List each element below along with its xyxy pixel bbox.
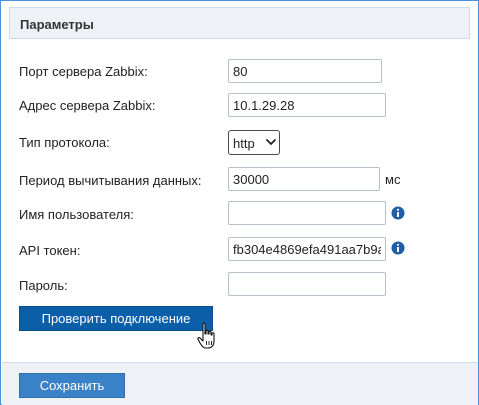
save-button[interactable]: Сохранить: [19, 373, 125, 398]
poll-period-unit: мс: [385, 172, 401, 187]
username-input[interactable]: [228, 201, 386, 225]
info-icon[interactable]: [391, 206, 405, 220]
api-token-input[interactable]: [228, 237, 386, 261]
settings-window: Параметры Порт сервера Zabbix: Адрес сер…: [0, 0, 479, 405]
username-label: Имя пользователя:: [19, 207, 134, 222]
poll-period-input[interactable]: [228, 167, 380, 191]
api-token-label: API токен:: [19, 243, 81, 258]
zabbix-address-label: Адрес сервера Zabbix:: [19, 98, 156, 113]
zabbix-port-label: Порт сервера Zabbix:: [19, 64, 148, 79]
password-input[interactable]: [228, 272, 386, 296]
panel-title: Параметры: [20, 17, 94, 32]
protocol-label: Тип протокола:: [19, 135, 110, 150]
hand-cursor-icon: [197, 322, 215, 349]
protocol-selected-value: http: [233, 136, 255, 151]
zabbix-port-input[interactable]: [228, 59, 382, 83]
poll-period-label: Период вычитывания данных:: [19, 173, 202, 188]
chevron-down-icon: [266, 139, 276, 145]
password-label: Пароль:: [19, 278, 68, 293]
protocol-select[interactable]: http: [228, 130, 280, 155]
info-icon[interactable]: [391, 241, 405, 255]
test-connection-button[interactable]: Проверить подключение: [19, 306, 213, 331]
panel-header: Параметры: [9, 7, 470, 39]
zabbix-address-input[interactable]: [228, 93, 386, 117]
